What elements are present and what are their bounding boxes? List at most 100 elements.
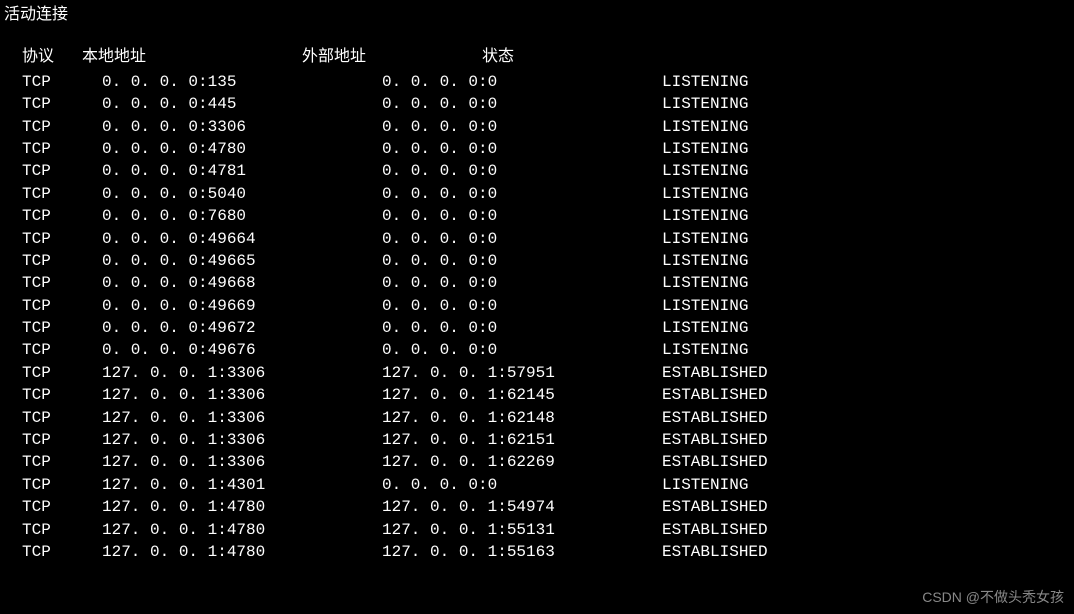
cell-protocol: TCP bbox=[22, 496, 102, 518]
section-title: 活动连接 bbox=[2, 4, 1072, 26]
cell-local-address: 0. 0. 0. 0:445 bbox=[102, 93, 382, 115]
cell-state: ESTABLISHED bbox=[662, 451, 862, 473]
cell-state: ESTABLISHED bbox=[662, 519, 862, 541]
cell-state: ESTABLISHED bbox=[662, 362, 862, 384]
cell-local-address: 127. 0. 0. 1:4780 bbox=[102, 496, 382, 518]
cell-foreign-address: 0. 0. 0. 0:0 bbox=[382, 183, 662, 205]
table-row: TCP127. 0. 0. 1:4780127. 0. 0. 1:55163ES… bbox=[2, 541, 1072, 563]
cell-protocol: TCP bbox=[22, 384, 102, 406]
table-row: TCP127. 0. 0. 1:43010. 0. 0. 0:0LISTENIN… bbox=[2, 474, 1072, 496]
cell-state: LISTENING bbox=[662, 183, 862, 205]
cell-state: LISTENING bbox=[662, 205, 862, 227]
cell-state: LISTENING bbox=[662, 160, 862, 182]
table-row: TCP0. 0. 0. 0:1350. 0. 0. 0:0LISTENING bbox=[2, 71, 1072, 93]
cell-protocol: TCP bbox=[22, 429, 102, 451]
cell-local-address: 127. 0. 0. 1:3306 bbox=[102, 362, 382, 384]
table-row: TCP0. 0. 0. 0:50400. 0. 0. 0:0LISTENING bbox=[2, 183, 1072, 205]
table-row: TCP0. 0. 0. 0:76800. 0. 0. 0:0LISTENING bbox=[2, 205, 1072, 227]
table-row: TCP0. 0. 0. 0:47800. 0. 0. 0:0LISTENING bbox=[2, 138, 1072, 160]
cell-state: ESTABLISHED bbox=[662, 429, 862, 451]
cell-protocol: TCP bbox=[22, 250, 102, 272]
cell-foreign-address: 0. 0. 0. 0:0 bbox=[382, 295, 662, 317]
cell-local-address: 127. 0. 0. 1:3306 bbox=[102, 384, 382, 406]
cell-state: LISTENING bbox=[662, 250, 862, 272]
cell-protocol: TCP bbox=[22, 541, 102, 563]
table-row: TCP127. 0. 0. 1:4780127. 0. 0. 1:55131ES… bbox=[2, 519, 1072, 541]
cell-foreign-address: 127. 0. 0. 1:62269 bbox=[382, 451, 662, 473]
cell-local-address: 127. 0. 0. 1:4301 bbox=[102, 474, 382, 496]
table-row: TCP0. 0. 0. 0:33060. 0. 0. 0:0LISTENING bbox=[2, 116, 1072, 138]
cell-local-address: 127. 0. 0. 1:3306 bbox=[102, 429, 382, 451]
cell-foreign-address: 0. 0. 0. 0:0 bbox=[382, 160, 662, 182]
cell-local-address: 127. 0. 0. 1:4780 bbox=[102, 519, 382, 541]
cell-local-address: 127. 0. 0. 1:3306 bbox=[102, 451, 382, 473]
cell-local-address: 0. 0. 0. 0:49668 bbox=[102, 272, 382, 294]
cell-foreign-address: 0. 0. 0. 0:0 bbox=[382, 116, 662, 138]
cell-state: LISTENING bbox=[662, 339, 862, 361]
cell-protocol: TCP bbox=[22, 93, 102, 115]
table-row: TCP127. 0. 0. 1:3306127. 0. 0. 1:57951ES… bbox=[2, 362, 1072, 384]
table-row: TCP0. 0. 0. 0:496680. 0. 0. 0:0LISTENING bbox=[2, 272, 1072, 294]
cell-local-address: 0. 0. 0. 0:49669 bbox=[102, 295, 382, 317]
cell-state: LISTENING bbox=[662, 317, 862, 339]
table-row: TCP127. 0. 0. 1:4780127. 0. 0. 1:54974ES… bbox=[2, 496, 1072, 518]
cell-foreign-address: 127. 0. 0. 1:54974 bbox=[382, 496, 662, 518]
header-local-address: 本地地址 bbox=[82, 46, 302, 68]
cell-foreign-address: 0. 0. 0. 0:0 bbox=[382, 474, 662, 496]
cell-foreign-address: 127. 0. 0. 1:55163 bbox=[382, 541, 662, 563]
cell-local-address: 127. 0. 0. 1:3306 bbox=[102, 407, 382, 429]
cell-local-address: 0. 0. 0. 0:49665 bbox=[102, 250, 382, 272]
cell-state: LISTENING bbox=[662, 93, 862, 115]
cell-foreign-address: 127. 0. 0. 1:62148 bbox=[382, 407, 662, 429]
cell-local-address: 0. 0. 0. 0:7680 bbox=[102, 205, 382, 227]
cell-state: LISTENING bbox=[662, 474, 862, 496]
cell-state: LISTENING bbox=[662, 272, 862, 294]
cell-state: LISTENING bbox=[662, 295, 862, 317]
cell-local-address: 0. 0. 0. 0:4780 bbox=[102, 138, 382, 160]
watermark-text: CSDN @不做头秃女孩 bbox=[922, 588, 1064, 608]
cell-foreign-address: 0. 0. 0. 0:0 bbox=[382, 93, 662, 115]
cell-protocol: TCP bbox=[22, 407, 102, 429]
table-row: TCP0. 0. 0. 0:496690. 0. 0. 0:0LISTENING bbox=[2, 295, 1072, 317]
header-state: 状态 bbox=[482, 46, 682, 68]
table-row: TCP127. 0. 0. 1:3306127. 0. 0. 1:62151ES… bbox=[2, 429, 1072, 451]
cell-local-address: 127. 0. 0. 1:4780 bbox=[102, 541, 382, 563]
cell-state: LISTENING bbox=[662, 228, 862, 250]
cell-foreign-address: 0. 0. 0. 0:0 bbox=[382, 272, 662, 294]
cell-foreign-address: 0. 0. 0. 0:0 bbox=[382, 138, 662, 160]
cell-state: LISTENING bbox=[662, 71, 862, 93]
table-row: TCP0. 0. 0. 0:47810. 0. 0. 0:0LISTENING bbox=[2, 160, 1072, 182]
cell-state: LISTENING bbox=[662, 138, 862, 160]
cell-foreign-address: 0. 0. 0. 0:0 bbox=[382, 71, 662, 93]
cell-protocol: TCP bbox=[22, 183, 102, 205]
cell-protocol: TCP bbox=[22, 116, 102, 138]
cell-state: ESTABLISHED bbox=[662, 541, 862, 563]
cell-state: LISTENING bbox=[662, 116, 862, 138]
header-protocol: 协议 bbox=[22, 46, 82, 68]
cell-protocol: TCP bbox=[22, 272, 102, 294]
cell-foreign-address: 0. 0. 0. 0:0 bbox=[382, 250, 662, 272]
cell-local-address: 0. 0. 0. 0:49664 bbox=[102, 228, 382, 250]
cell-protocol: TCP bbox=[22, 160, 102, 182]
table-row: TCP0. 0. 0. 0:4450. 0. 0. 0:0LISTENING bbox=[2, 93, 1072, 115]
cell-protocol: TCP bbox=[22, 317, 102, 339]
cell-protocol: TCP bbox=[22, 138, 102, 160]
cell-protocol: TCP bbox=[22, 71, 102, 93]
cell-foreign-address: 127. 0. 0. 1:62151 bbox=[382, 429, 662, 451]
cell-state: ESTABLISHED bbox=[662, 407, 862, 429]
cell-protocol: TCP bbox=[22, 519, 102, 541]
table-row: TCP0. 0. 0. 0:496760. 0. 0. 0:0LISTENING bbox=[2, 339, 1072, 361]
cell-state: ESTABLISHED bbox=[662, 496, 862, 518]
table-row: TCP0. 0. 0. 0:496720. 0. 0. 0:0LISTENING bbox=[2, 317, 1072, 339]
cell-protocol: TCP bbox=[22, 205, 102, 227]
cell-local-address: 0. 0. 0. 0:3306 bbox=[102, 116, 382, 138]
table-row: TCP0. 0. 0. 0:496640. 0. 0. 0:0LISTENING bbox=[2, 228, 1072, 250]
cell-protocol: TCP bbox=[22, 339, 102, 361]
cell-foreign-address: 0. 0. 0. 0:0 bbox=[382, 339, 662, 361]
cell-local-address: 0. 0. 0. 0:5040 bbox=[102, 183, 382, 205]
cell-foreign-address: 127. 0. 0. 1:57951 bbox=[382, 362, 662, 384]
cell-local-address: 0. 0. 0. 0:135 bbox=[102, 71, 382, 93]
cell-local-address: 0. 0. 0. 0:4781 bbox=[102, 160, 382, 182]
header-foreign-address: 外部地址 bbox=[302, 46, 482, 68]
cell-protocol: TCP bbox=[22, 474, 102, 496]
